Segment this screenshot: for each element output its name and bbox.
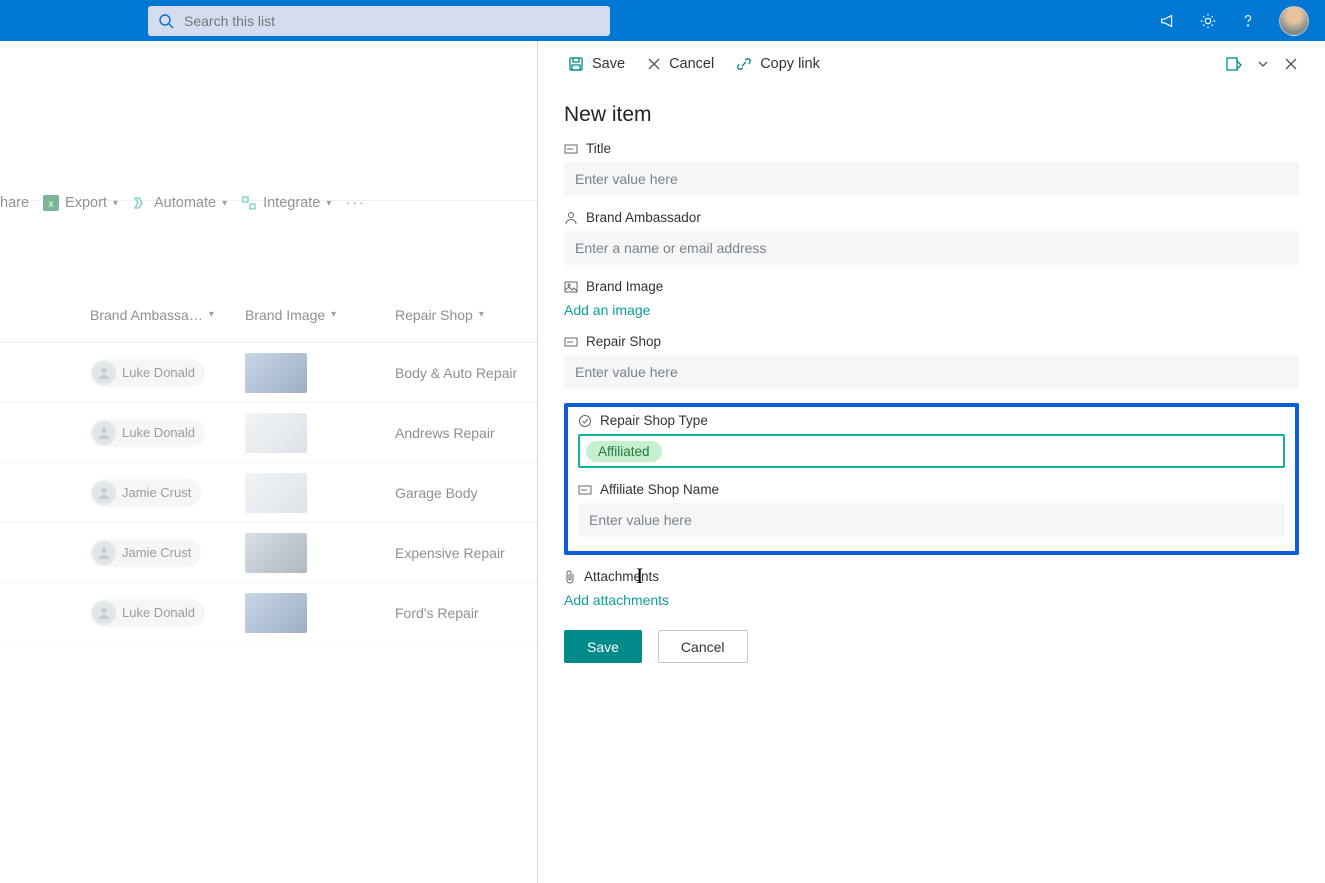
repair-shop-input[interactable]	[564, 355, 1299, 389]
more-button[interactable]: ···	[345, 195, 366, 211]
field-label-repair: Repair Shop	[564, 334, 1299, 349]
flow-icon	[132, 195, 148, 211]
person-avatar-icon	[92, 361, 116, 385]
chevron-down-icon: ▾	[113, 198, 118, 209]
person-name: Luke Donald	[122, 425, 195, 440]
ambassador-input[interactable]	[564, 231, 1299, 265]
column-header-image[interactable]: Brand Image▾	[245, 307, 395, 323]
close-panel-icon[interactable]	[1283, 56, 1299, 72]
link-icon	[736, 56, 752, 72]
save-icon	[568, 56, 584, 72]
add-image-link[interactable]: Add an image	[564, 302, 650, 318]
excel-icon: x	[43, 195, 59, 211]
integrate-label: Integrate	[263, 195, 320, 211]
edit-form-icon[interactable]	[1225, 55, 1243, 73]
help-icon[interactable]	[1239, 12, 1257, 30]
field-label-image: Brand Image	[564, 279, 1299, 294]
add-attachments-link[interactable]: Add attachments	[564, 592, 669, 608]
chevron-down-icon[interactable]	[1257, 58, 1269, 70]
field-label-type: Repair Shop Type	[578, 413, 1285, 428]
repair-shop-type-input[interactable]: Affiliated	[578, 434, 1285, 468]
person-avatar-icon	[92, 421, 116, 445]
highlighted-section: Repair Shop Type Affiliated Affiliate Sh…	[564, 403, 1299, 555]
field-label-ambassador: Brand Ambassador	[564, 210, 1299, 225]
chevron-down-icon: ▾	[209, 309, 214, 320]
brand-image-thumb	[245, 593, 307, 633]
brand-image-thumb	[245, 353, 307, 393]
panel-cancel-button[interactable]: Cancel	[647, 56, 714, 72]
title-input[interactable]	[564, 162, 1299, 196]
search-box[interactable]	[148, 6, 610, 36]
cancel-button[interactable]: Cancel	[658, 630, 748, 663]
person-name: Jamie Crust	[122, 485, 191, 500]
panel-cancel-label: Cancel	[669, 56, 714, 72]
person-name: Jamie Crust	[122, 545, 191, 560]
choice-icon	[578, 414, 592, 428]
text-field-icon	[564, 143, 578, 155]
chevron-down-icon: ▾	[326, 198, 331, 209]
column-header-ambassador[interactable]: Brand Ambassa…▾	[90, 307, 245, 323]
svg-text:x: x	[49, 199, 54, 210]
text-field-icon	[578, 484, 592, 496]
brand-image-thumb	[245, 413, 307, 453]
brand-image-thumb	[245, 533, 307, 573]
new-item-panel: Save Cancel Copy link New item Title Bra…	[538, 41, 1325, 883]
save-button[interactable]: Save	[564, 630, 642, 663]
megaphone-icon[interactable]	[1159, 12, 1177, 30]
suite-header	[0, 0, 1325, 41]
panel-command-bar: Save Cancel Copy link	[538, 41, 1325, 87]
text-field-icon	[564, 336, 578, 348]
person-icon	[564, 211, 578, 225]
person-avatar-icon	[92, 481, 116, 505]
chevron-down-icon: ▾	[479, 309, 484, 320]
automate-label: Automate	[154, 195, 216, 211]
panel-save-button[interactable]: Save	[568, 56, 625, 72]
search-icon	[158, 13, 174, 29]
user-avatar[interactable]	[1279, 6, 1309, 36]
close-icon	[647, 57, 661, 71]
person-chip[interactable]: Jamie Crust	[90, 539, 201, 567]
automate-button[interactable]: Automate ▾	[132, 195, 227, 211]
integrate-button[interactable]: Integrate ▾	[241, 195, 331, 211]
person-chip[interactable]: Luke Donald	[90, 419, 205, 447]
header-actions	[1159, 6, 1309, 36]
person-name: Luke Donald	[122, 365, 195, 380]
export-button[interactable]: x Export ▾	[43, 195, 118, 211]
person-avatar-icon	[92, 541, 116, 565]
panel-save-label: Save	[592, 56, 625, 72]
field-label-attachments: Attachments	[564, 569, 1299, 584]
person-chip[interactable]: Luke Donald	[90, 359, 205, 387]
field-label-title: Title	[564, 141, 1299, 156]
person-avatar-icon	[92, 601, 116, 625]
share-button[interactable]: hare	[0, 195, 29, 211]
panel-copy-label: Copy link	[760, 56, 820, 72]
person-chip[interactable]: Jamie Crust	[90, 479, 201, 507]
attachment-icon	[564, 570, 576, 584]
panel-title: New item	[564, 103, 1299, 127]
field-label-aff-name: Affiliate Shop Name	[578, 482, 1285, 497]
image-icon	[564, 281, 578, 293]
panel-copy-link-button[interactable]: Copy link	[736, 56, 820, 72]
integrate-icon	[241, 195, 257, 211]
gear-icon[interactable]	[1199, 12, 1217, 30]
choice-pill-affiliated[interactable]: Affiliated	[586, 441, 662, 462]
search-input[interactable]	[184, 13, 600, 29]
brand-image-thumb	[245, 473, 307, 513]
person-chip[interactable]: Luke Donald	[90, 599, 205, 627]
person-name: Luke Donald	[122, 605, 195, 620]
export-label: Export	[65, 195, 107, 211]
chevron-down-icon: ▾	[331, 309, 336, 320]
chevron-down-icon: ▾	[222, 198, 227, 209]
affiliate-shop-name-input[interactable]	[578, 503, 1285, 537]
